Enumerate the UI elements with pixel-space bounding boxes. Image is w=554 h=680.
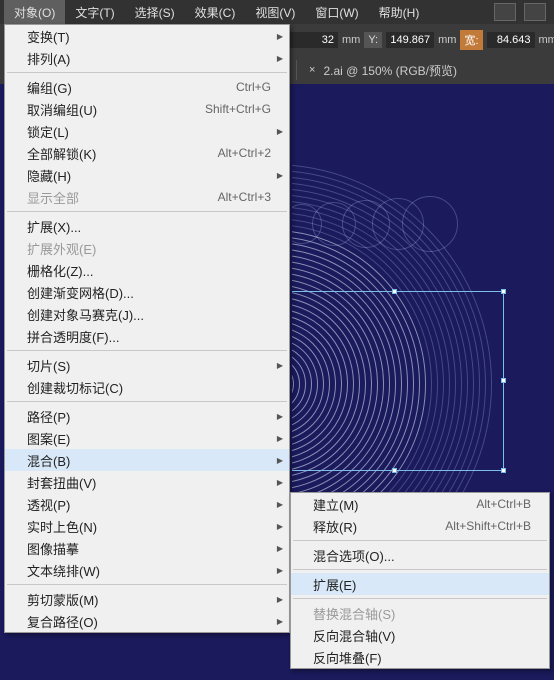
- object-menu-item-20[interactable]: 路径(P): [5, 405, 289, 427]
- menu-text[interactable]: 文字(T): [65, 0, 124, 24]
- object-menu-item-6[interactable]: 全部解锁(K) Alt+Ctrl+2: [5, 142, 289, 164]
- blend-menu-item-1[interactable]: 释放(R) Alt+Shift+Ctrl+B: [291, 515, 549, 537]
- object-menu-item-26[interactable]: 图像描摹: [5, 537, 289, 559]
- menu-label: 扩展(E): [313, 575, 356, 594]
- menu-label: 建立(M): [313, 495, 359, 514]
- menu-label: 反向混合轴(V): [313, 626, 395, 645]
- menu-label: 图像描摹: [27, 539, 79, 558]
- object-menu-item-22[interactable]: 混合(B): [5, 449, 289, 471]
- blend-menu-item-3[interactable]: 混合选项(O)...: [291, 544, 549, 566]
- shortcut: Alt+Ctrl+2: [218, 146, 271, 160]
- menu-effect[interactable]: 效果(C): [185, 0, 246, 24]
- object-menu-item-23[interactable]: 封套扭曲(V): [5, 471, 289, 493]
- menu-label: 锁定(L): [27, 122, 69, 141]
- menu-label: 栅格化(Z)...: [27, 261, 93, 280]
- menu-label: 全部解锁(K): [27, 144, 96, 163]
- menu-select[interactable]: 选择(S): [125, 0, 185, 24]
- menu-label: 隐藏(H): [27, 166, 71, 185]
- object-menu-item-11: 扩展外观(E): [5, 237, 289, 259]
- w-label: 宽:: [460, 30, 482, 50]
- blend-menu-item-0[interactable]: 建立(M) Alt+Ctrl+B: [291, 493, 549, 515]
- object-menu-item-21[interactable]: 图案(E): [5, 427, 289, 449]
- toolbar-icon-1[interactable]: [494, 3, 516, 21]
- shortcut: Alt+Ctrl+3: [218, 190, 271, 204]
- menu-help[interactable]: 帮助(H): [369, 0, 430, 24]
- shortcut: Alt+Shift+Ctrl+B: [445, 519, 531, 533]
- menu-label: 反向堆叠(F): [313, 648, 382, 667]
- menu-window[interactable]: 窗口(W): [305, 0, 368, 24]
- menu-label: 封套扭曲(V): [27, 473, 96, 492]
- object-menu-item-18[interactable]: 创建裁切标记(C): [5, 376, 289, 398]
- object-menu-item-4[interactable]: 取消编组(U) Shift+Ctrl+G: [5, 98, 289, 120]
- object-menu: 变换(T) 排列(A) 编组(G) Ctrl+G 取消编组(U) Shift+Ctrl+G…: [4, 24, 290, 633]
- object-menu-item-8: 显示全部 Alt+Ctrl+3: [5, 186, 289, 208]
- menu-label: 文本绕排(W): [27, 561, 100, 580]
- menu-label: 剪切蒙版(M): [27, 590, 99, 609]
- object-menu-item-24[interactable]: 透视(P): [5, 493, 289, 515]
- object-menu-item-27[interactable]: 文本绕排(W): [5, 559, 289, 581]
- menu-label: 编组(G): [27, 78, 72, 97]
- menu-label: 创建对象马赛克(J)...: [27, 305, 144, 324]
- menu-label: 取消编组(U): [27, 100, 97, 119]
- blend-menu-item-7: 替换混合轴(S): [291, 602, 549, 624]
- menu-label: 实时上色(N): [27, 517, 97, 536]
- menu-label: 图案(E): [27, 429, 70, 448]
- object-menu-item-29[interactable]: 剪切蒙版(M): [5, 588, 289, 610]
- blend-submenu: 建立(M) Alt+Ctrl+B 释放(R) Alt+Shift+Ctrl+B 混合选项…: [290, 492, 550, 669]
- menu-label: 创建裁切标记(C): [27, 378, 123, 397]
- menu-label: 排列(A): [27, 49, 70, 68]
- x-unit: mm: [342, 34, 360, 46]
- menu-label: 扩展外观(E): [27, 239, 96, 258]
- object-menu-item-30[interactable]: 复合路径(O): [5, 610, 289, 632]
- menu-object[interactable]: 对象(O): [4, 0, 65, 24]
- menu-label: 创建渐变网格(D)...: [27, 283, 134, 302]
- y-label: Y:: [364, 32, 382, 48]
- menubar: 对象(O) 文字(T) 选择(S) 效果(C) 视图(V) 窗口(W) 帮助(H…: [0, 0, 554, 24]
- menu-label: 替换混合轴(S): [313, 604, 395, 623]
- object-menu-item-15[interactable]: 拼合透明度(F)...: [5, 325, 289, 347]
- menu-label: 切片(S): [27, 356, 70, 375]
- menu-label: 扩展(X)...: [27, 217, 81, 236]
- blend-menu-item-8[interactable]: 反向混合轴(V): [291, 624, 549, 646]
- menu-view[interactable]: 视图(V): [245, 0, 305, 24]
- object-menu-item-7[interactable]: 隐藏(H): [5, 164, 289, 186]
- object-menu-item-10[interactable]: 扩展(X)...: [5, 215, 289, 237]
- menu-label: 混合选项(O)...: [313, 546, 395, 565]
- shortcut: Alt+Ctrl+B: [476, 497, 531, 511]
- object-menu-item-14[interactable]: 创建对象马赛克(J)...: [5, 303, 289, 325]
- object-menu-item-3[interactable]: 编组(G) Ctrl+G: [5, 76, 289, 98]
- menu-label: 变换(T): [27, 27, 70, 46]
- y-value[interactable]: 149.867: [386, 32, 434, 48]
- menu-label: 释放(R): [313, 517, 357, 536]
- w-value[interactable]: 84.643: [487, 32, 535, 48]
- menu-label: 路径(P): [27, 407, 70, 426]
- object-menu-item-1[interactable]: 排列(A): [5, 47, 289, 69]
- menu-label: 透视(P): [27, 495, 70, 514]
- menu-label: 复合路径(O): [27, 612, 98, 631]
- menu-label: 拼合透明度(F)...: [27, 327, 119, 346]
- shortcut: Shift+Ctrl+G: [205, 102, 271, 116]
- shortcut: Ctrl+G: [236, 80, 271, 94]
- object-menu-item-5[interactable]: 锁定(L): [5, 120, 289, 142]
- object-menu-item-12[interactable]: 栅格化(Z)...: [5, 259, 289, 281]
- object-menu-item-0[interactable]: 变换(T): [5, 25, 289, 47]
- object-menu-item-13[interactable]: 创建渐变网格(D)...: [5, 281, 289, 303]
- blend-menu-item-9[interactable]: 反向堆叠(F): [291, 646, 549, 668]
- toolbar-icon-2[interactable]: [524, 3, 546, 21]
- selection-box: [292, 291, 504, 471]
- close-tab-icon[interactable]: ×: [309, 64, 315, 76]
- blend-menu-item-5[interactable]: 扩展(E): [291, 573, 549, 595]
- object-menu-item-17[interactable]: 切片(S): [5, 354, 289, 376]
- menu-label: 显示全部: [27, 188, 79, 207]
- document-tab[interactable]: 2.ai @ 150% (RGB/预览): [323, 62, 457, 79]
- menu-label: 混合(B): [27, 451, 70, 470]
- object-menu-item-25[interactable]: 实时上色(N): [5, 515, 289, 537]
- x-value[interactable]: 32: [290, 32, 338, 48]
